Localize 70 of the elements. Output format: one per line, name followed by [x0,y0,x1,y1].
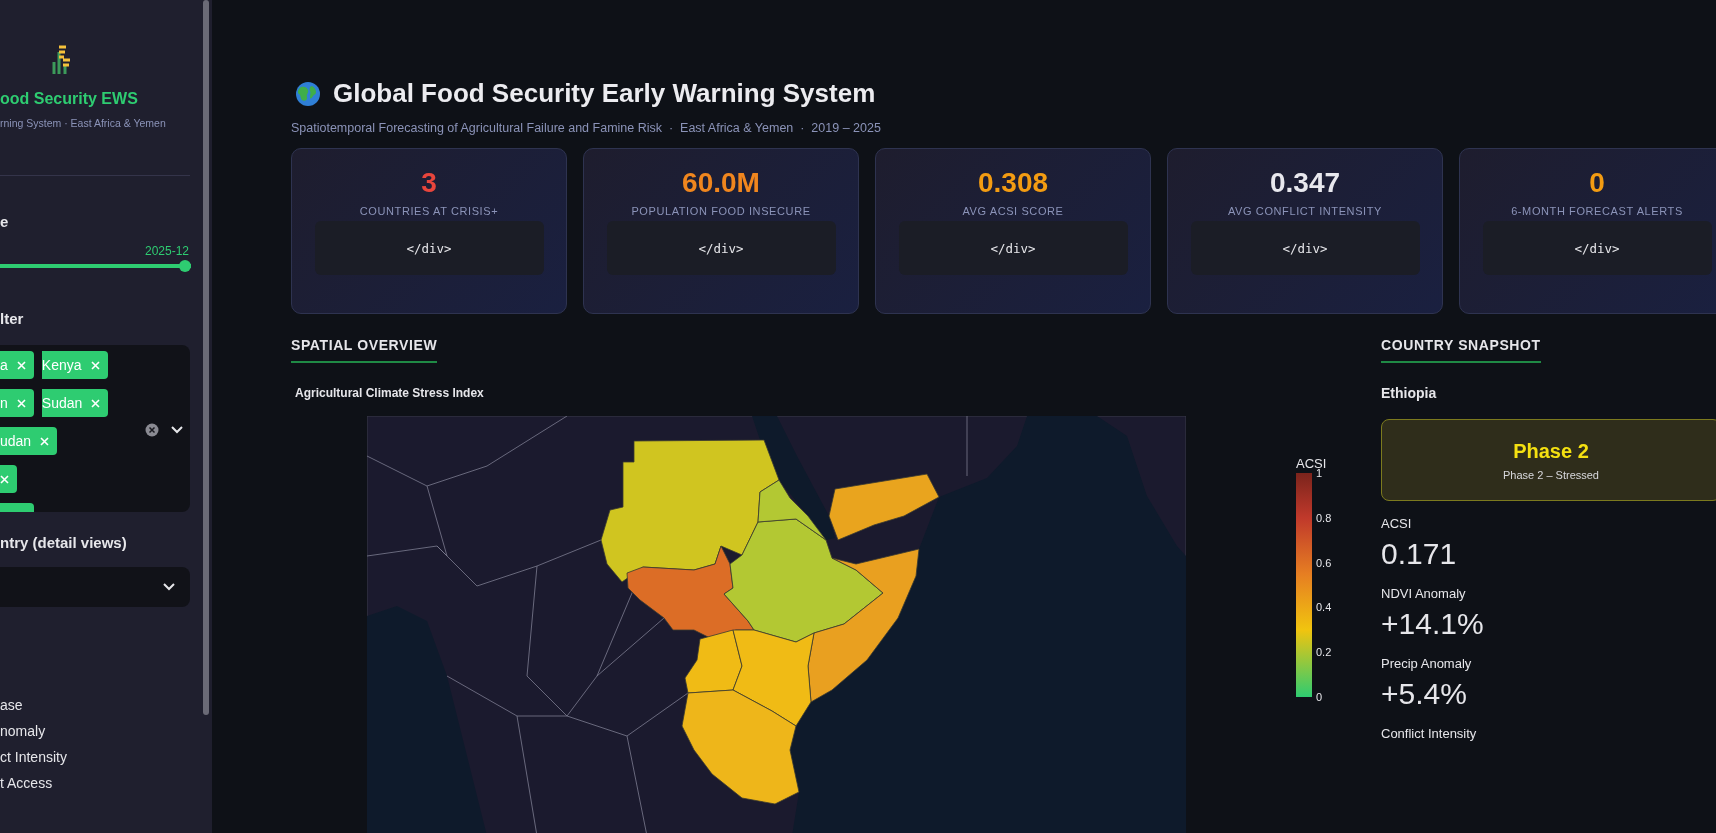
tag-label: n [0,395,8,411]
code-block: </div> [314,221,544,275]
country-tag[interactable]: udan [0,427,58,455]
kpi-label: POPULATION FOOD INSECURE [631,205,811,217]
code-block: </div> [606,221,836,275]
metric-value: 0.171 [1381,537,1458,571]
kpi-value: 0.347 [1269,167,1341,199]
tick-label: 0.6 [1316,556,1332,569]
tag-label: udan [0,433,32,449]
country-tag[interactable]: a [0,351,34,379]
close-icon[interactable] [90,360,100,370]
kpi-value: 0 [1589,167,1605,199]
code-block: </div> [1190,221,1420,275]
metric-label: Precip Anomaly [1381,656,1473,671]
phase-title: Phase 2 [1513,439,1589,463]
radio-option[interactable]: ase [0,695,190,715]
close-icon[interactable] [40,436,50,446]
code-block: </div> [898,221,1128,275]
radio-option[interactable]: ct Intensity [0,747,190,767]
slider-label: e [0,213,10,230]
tick-label: 0.2 [1316,646,1332,659]
metric-label: NDVI Anomaly [1381,586,1467,601]
globe-icon [295,80,321,107]
kpi-value: 0.308 [977,167,1049,199]
tag-label: Sudan [41,395,83,411]
country-tag[interactable]: Sudan [41,389,109,417]
kpi-label: COUNTRIES AT CRISIS+ [359,205,499,217]
select-label: ntry (detail views) [0,534,128,551]
section-heading: COUNTRY SNAPSHOT [1381,337,1541,363]
tag-label: a [0,357,8,373]
kpi-value: 3 [421,167,437,199]
chevron-down-icon[interactable] [171,426,183,434]
country-tag[interactable]: Kenya [41,351,108,379]
page-subtitle: Spatiotemporal Forecasting of Agricultural Failure and Famine Risk · East Africa & Yemen · 2019 – 2025 [291,121,882,135]
radio-option[interactable]: nomaly [0,721,190,741]
scrollbar[interactable] [203,0,210,715]
kpi-value: 60.0M [682,167,760,199]
tick-label: 0.4 [1316,601,1332,614]
kpi-label: 6-MONTH FORECAST ALERTS [1511,205,1683,217]
metric-value: +5.4% [1381,677,1468,711]
kpi-label: AVG CONFLICT INTENSITY [1228,205,1382,217]
metric-label: Conflict Intensity [1381,726,1478,741]
slider-value: 2025-12 [145,244,190,258]
metric-value: +14.1% [1381,607,1485,641]
close-icon[interactable] [16,398,26,408]
tag-label: Kenya [41,357,82,373]
slider-thumb[interactable] [179,260,191,272]
map-title: Agricultural Climate Stress Index [294,386,485,400]
tick-label: 0 [1316,691,1324,703]
code-block: </div> [1482,221,1712,275]
filter-label: lter [0,310,25,327]
kpi-label: AVG ACSI SCORE [962,205,1064,217]
page-title: Global Food Security Early Warning System [333,78,876,109]
chevron-down-icon[interactable] [163,583,175,591]
clear-icon[interactable] [145,423,159,437]
tick-label: 0.8 [1316,511,1332,524]
country-tag[interactable] [0,465,17,493]
country-tag[interactable]: n [0,389,34,417]
country-multiselect[interactable]: a Kenya n Sudan udan [0,345,190,512]
radio-option[interactable]: t Access [0,773,190,793]
phase-description: Phase 2 – Stressed [1503,468,1599,481]
close-icon[interactable] [91,398,101,408]
app-subtitle: rning System · East Africa & Yemen [0,117,167,129]
close-icon[interactable] [16,360,26,370]
map-drawing[interactable] [367,416,1186,833]
metric-label: ACSI [1381,516,1413,531]
close-icon[interactable] [0,474,9,484]
section-heading: SPATIAL OVERVIEW [291,337,438,363]
app-title: ood Security EWS [0,90,139,108]
country-name: Ethiopia [1381,385,1438,401]
